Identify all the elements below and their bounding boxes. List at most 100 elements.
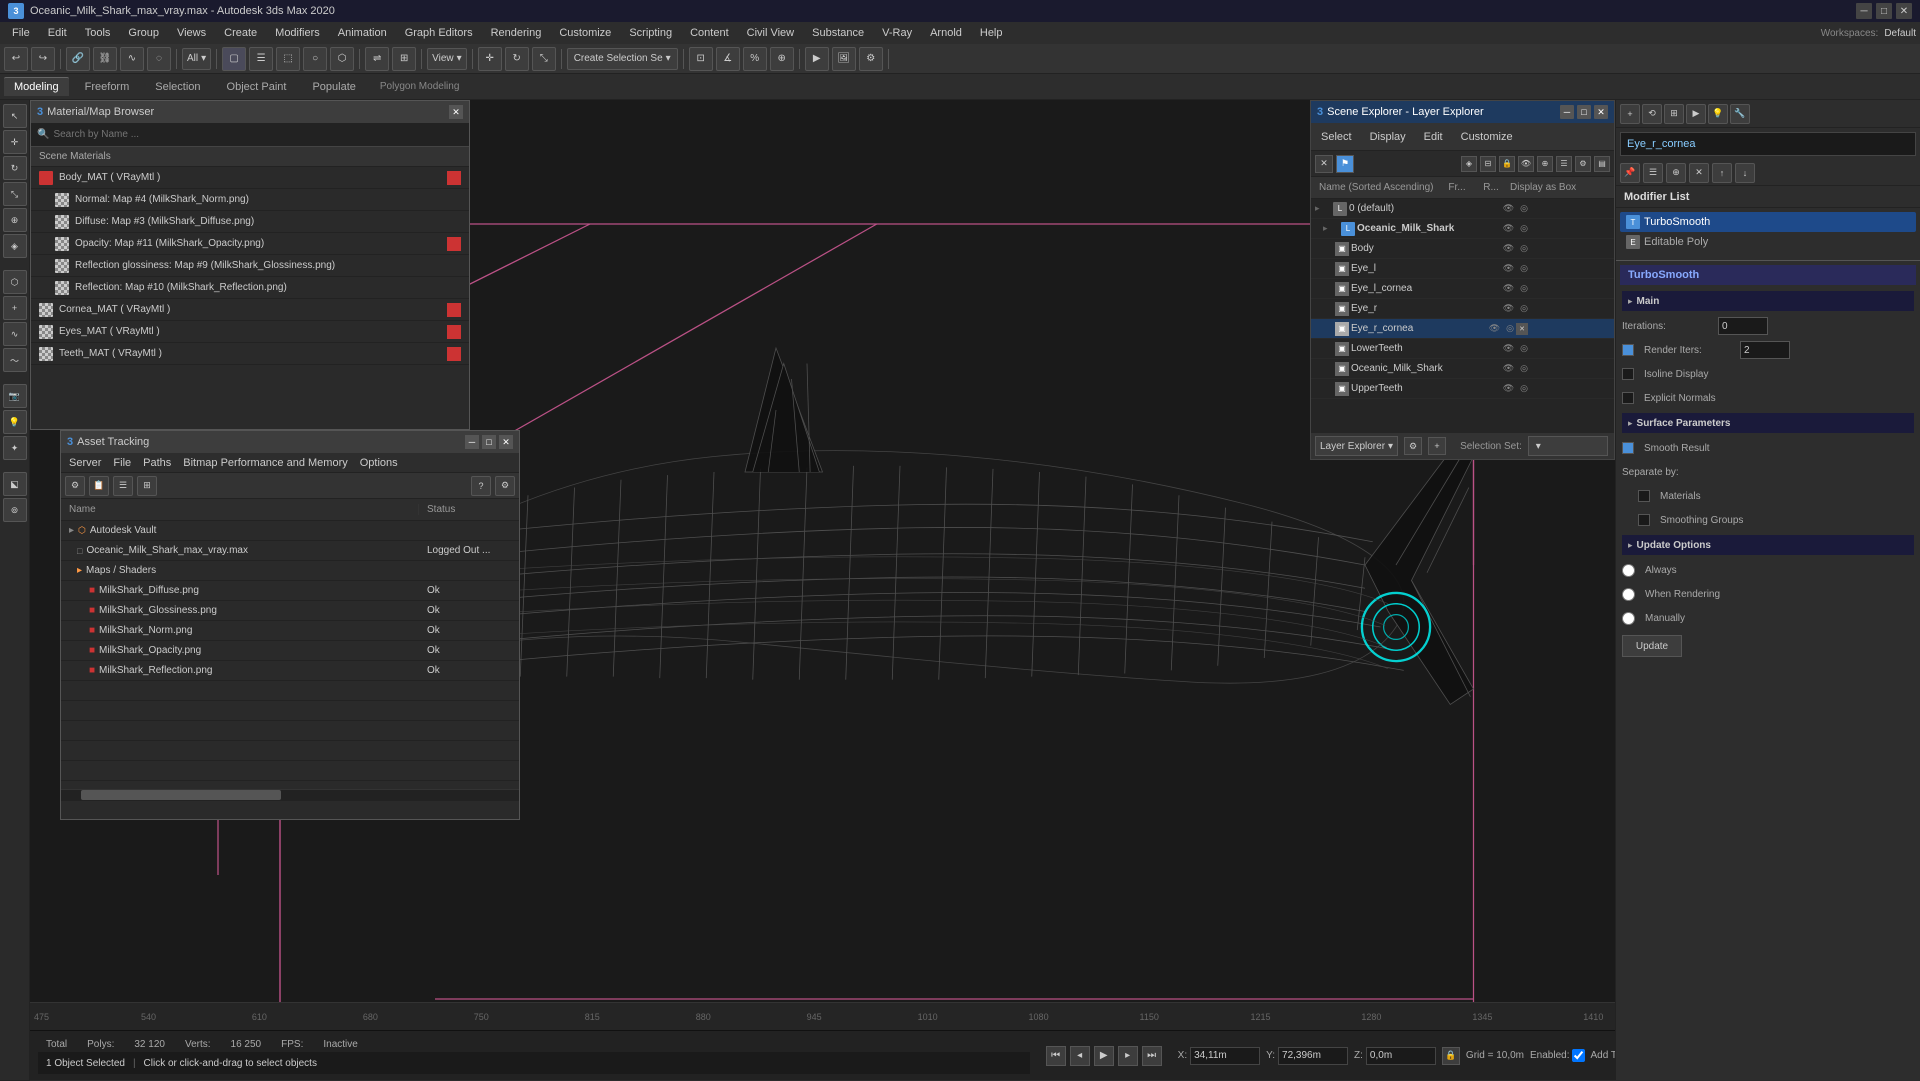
layer-item-eye-r[interactable]: ▣ Eye_r 👁 ◎ — [1311, 299, 1614, 319]
render-setup-button[interactable]: ⚙ — [859, 47, 883, 71]
place-tool[interactable]: ⊕ — [3, 208, 27, 232]
render-region[interactable]: ⬕ — [3, 472, 27, 496]
asset-tracking-controls[interactable]: ─ □ ✕ — [465, 435, 513, 449]
environment-tool[interactable]: ⊚ — [3, 498, 27, 522]
undo-button[interactable]: ↩ — [4, 47, 28, 71]
ts-update-section[interactable]: ▸ Update Options — [1622, 535, 1914, 555]
camera-tool[interactable]: 📷 — [3, 384, 27, 408]
close-button[interactable]: ✕ — [1896, 3, 1912, 19]
ts-main-section[interactable]: ▸ Main — [1622, 291, 1914, 311]
layer-item-eye-l-cornea[interactable]: ▣ Eye_l_cornea 👁 ◎ — [1311, 279, 1614, 299]
rp-object-name[interactable]: Eye_r_cornea — [1620, 132, 1916, 156]
z-input[interactable] — [1366, 1047, 1436, 1065]
link-button[interactable]: 🔗 — [66, 47, 90, 71]
se-icon-btn-7[interactable]: ⚙ — [1575, 156, 1591, 172]
percent-snap-button[interactable]: % — [743, 47, 767, 71]
se-icon-btn-8[interactable]: ▤ — [1594, 156, 1610, 172]
rotate-tool[interactable]: ↻ — [3, 156, 27, 180]
se-minimize[interactable]: ─ — [1560, 105, 1574, 119]
ts-always-radio[interactable] — [1622, 564, 1635, 577]
poly-select-button[interactable]: ⬡ — [330, 47, 354, 71]
lock-xyz[interactable]: 🔒 — [1442, 1047, 1460, 1065]
at-btn4[interactable]: ⊞ — [137, 476, 157, 496]
title-controls[interactable]: ─ □ ✕ — [1856, 3, 1912, 19]
circle-select-button[interactable]: ○ — [303, 47, 327, 71]
at-btn1[interactable]: ⚙ — [65, 476, 85, 496]
move-tool[interactable]: ✛ — [3, 130, 27, 154]
layer-item-lower-teeth[interactable]: ▣ LowerTeeth 👁 ◎ — [1311, 339, 1614, 359]
menu-content[interactable]: Content — [682, 25, 737, 41]
mat-item-opacity[interactable]: Opacity: Map #11 (MilkShark_Opacity.png) — [31, 233, 469, 255]
create-selection-button[interactable]: Create Selection Se ▾ — [567, 48, 678, 70]
at-row-vault[interactable]: ▸ ⬡ Autodesk Vault — [61, 521, 519, 541]
mat-item-refl-gloss[interactable]: Reflection glossiness: Map #9 (MilkShark… — [31, 255, 469, 277]
search-input[interactable] — [53, 129, 463, 140]
menu-tools[interactable]: Tools — [77, 25, 119, 41]
timeline[interactable]: 475 540 610 680 750 815 880 945 1010 108… — [30, 1003, 1615, 1030]
at-menu-file[interactable]: File — [109, 457, 135, 469]
view-dropdown[interactable]: View ▾ — [427, 48, 467, 70]
se-icon-btn-1[interactable]: ◈ — [1461, 156, 1477, 172]
at-btn2[interactable]: 📋 — [89, 476, 109, 496]
minimize-button[interactable]: ─ — [1856, 3, 1872, 19]
menu-create[interactable]: Create — [216, 25, 265, 41]
at-row-glossiness[interactable]: ■ MilkShark_Glossiness.png Ok — [61, 601, 519, 621]
at-menu-bitmap[interactable]: Bitmap Performance and Memory — [179, 457, 351, 469]
tab-object-paint[interactable]: Object Paint — [217, 78, 297, 96]
helper-tool[interactable]: ✦ — [3, 436, 27, 460]
rp-modifier-btn4[interactable]: ↑ — [1712, 163, 1732, 183]
at-row-norm[interactable]: ■ MilkShark_Norm.png Ok — [61, 621, 519, 641]
se-settings-btn[interactable]: ⚙ — [1404, 437, 1422, 455]
snap-tool[interactable]: ◈ — [3, 234, 27, 258]
at-menu-server[interactable]: Server — [65, 457, 105, 469]
at-help[interactable]: ? — [471, 476, 491, 496]
se-close[interactable]: ✕ — [1594, 105, 1608, 119]
ts-smoothing-groups-check[interactable] — [1638, 514, 1650, 526]
mat-item-eyes[interactable]: Eyes_MAT ( VRayMtl ) — [31, 321, 469, 343]
rotate-button[interactable]: ↻ — [505, 47, 529, 71]
se-layer-dropdown[interactable]: Layer Explorer ▾ — [1315, 436, 1398, 456]
se-toggle-filter[interactable]: ✕ — [1315, 155, 1333, 173]
anim-play[interactable]: ▶ — [1094, 1046, 1114, 1066]
layer-item-default[interactable]: ▸ L 0 (default) 👁 ◎ — [1311, 199, 1614, 219]
rp-modifier-btn2[interactable]: ⊕ — [1666, 163, 1686, 183]
move-button[interactable]: ✛ — [478, 47, 502, 71]
menu-edit[interactable]: Edit — [40, 25, 75, 41]
snap-toggle-button[interactable]: ⊡ — [689, 47, 713, 71]
anim-go-start[interactable]: ⏮ — [1046, 1046, 1066, 1066]
menu-modifiers[interactable]: Modifiers — [267, 25, 328, 41]
rp-pin-stack[interactable]: 📌 — [1620, 163, 1640, 183]
se-tab-edit[interactable]: Edit — [1418, 129, 1449, 145]
mat-browser-controls[interactable]: ✕ — [449, 105, 463, 119]
tab-freeform[interactable]: Freeform — [75, 78, 140, 96]
se-tab-display[interactable]: Display — [1364, 129, 1412, 145]
at-row-maps[interactable]: ▸ Maps / Shaders — [61, 561, 519, 581]
layer-item-oceanic[interactable]: ▸ L Oceanic_Milk_Shark 👁 ◎ — [1311, 219, 1614, 239]
menu-graph-editors[interactable]: Graph Editors — [397, 25, 481, 41]
se-icon-btn-4[interactable]: 👁 — [1518, 156, 1534, 172]
mat-item-normal[interactable]: Normal: Map #4 (MilkShark_Norm.png) — [31, 189, 469, 211]
tab-populate[interactable]: Populate — [302, 78, 365, 96]
spinner-snap-button[interactable]: ⊕ — [770, 47, 794, 71]
anim-go-end[interactable]: ⏭ — [1142, 1046, 1162, 1066]
filter-dropdown[interactable]: All ▾ — [182, 48, 211, 70]
ts-iterations-input[interactable] — [1718, 317, 1768, 335]
rp-modifier-turbosmoooth[interactable]: T TurboSmooth — [1620, 212, 1916, 232]
menu-arnold[interactable]: Arnold — [922, 25, 970, 41]
rp-motion-panel[interactable]: ▶ — [1686, 104, 1706, 124]
rp-display-panel[interactable]: 💡 — [1708, 104, 1728, 124]
at-scrollbar[interactable] — [61, 789, 519, 801]
x-input[interactable] — [1190, 1047, 1260, 1065]
scale-tool[interactable]: ⤡ — [3, 182, 27, 206]
menu-rendering[interactable]: Rendering — [483, 25, 550, 41]
menu-vray[interactable]: V-Ray — [874, 25, 920, 41]
anim-next-frame[interactable]: ▸ — [1118, 1046, 1138, 1066]
rp-modifier-btn3[interactable]: ✕ — [1689, 163, 1709, 183]
select-name-button[interactable]: ☰ — [249, 47, 273, 71]
ts-render-iters-input[interactable] — [1740, 341, 1790, 359]
at-row-max-file[interactable]: □ Oceanic_Milk_Shark_max_vray.max Logged… — [61, 541, 519, 561]
at-btn3[interactable]: ☰ — [113, 476, 133, 496]
se-icon-btn-6[interactable]: ☰ — [1556, 156, 1572, 172]
at-minimize[interactable]: ─ — [465, 435, 479, 449]
layer-item-oceanic-2[interactable]: ▣ Oceanic_Milk_Shark 👁 ◎ — [1311, 359, 1614, 379]
